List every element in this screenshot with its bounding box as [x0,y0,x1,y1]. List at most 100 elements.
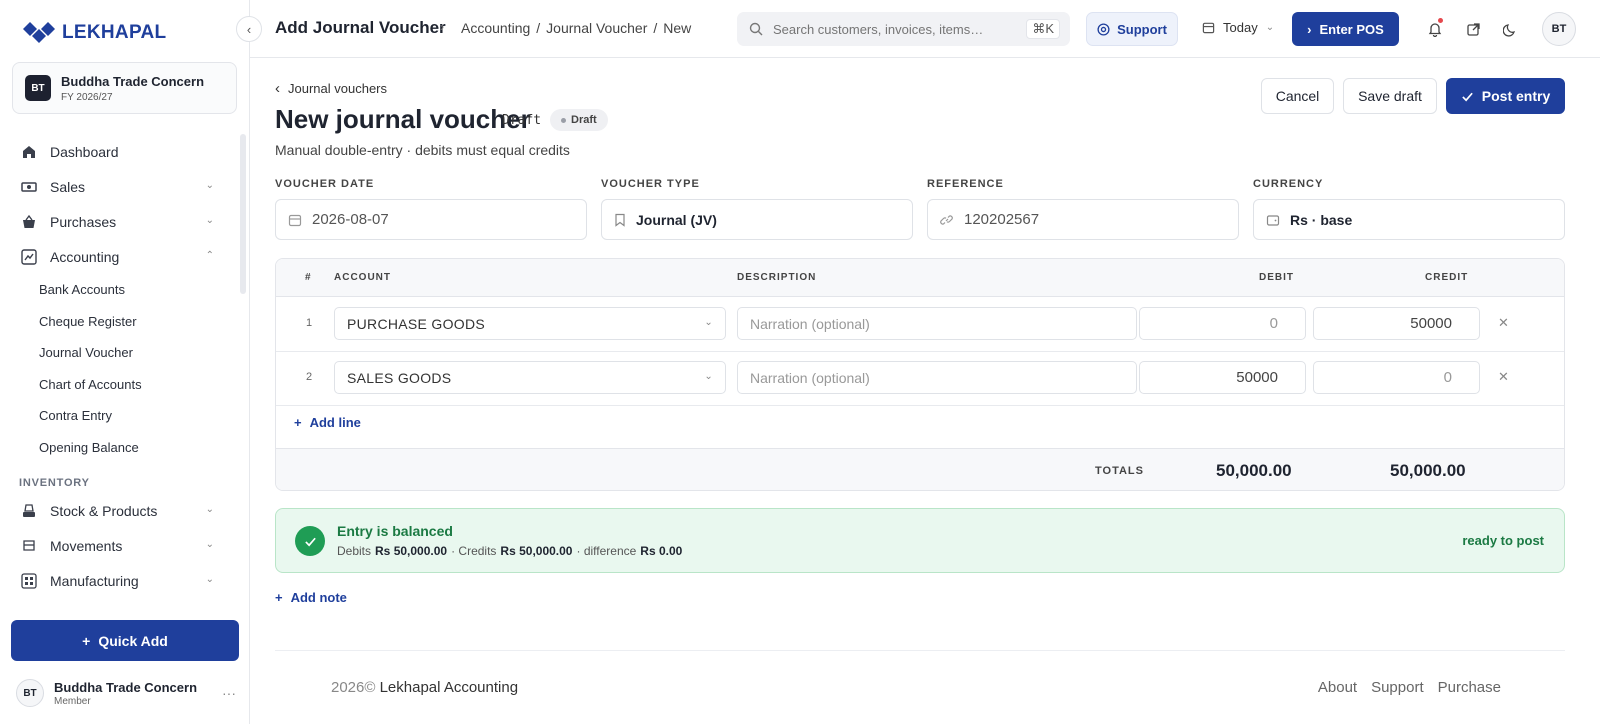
sidebar-item-label: Dashboard [50,143,119,160]
sidebar-item-dashboard[interactable]: Dashboard [0,134,240,169]
voucher-type-select[interactable]: Journal (JV) [601,199,913,240]
breadcrumb-journal-voucher[interactable]: Journal Voucher [546,20,647,36]
table-row: 2 SALES GOODS ⌄ Narration (optional) 500… [276,351,1564,406]
post-entry-label: Post entry [1481,88,1551,104]
brand-name: LEKHAPAL [62,22,167,43]
row-number: 1 [306,317,313,329]
save-draft-button[interactable]: Save draft [1343,78,1437,114]
back-link[interactable]: ‹ Journal vouchers [275,80,387,97]
debits-value: Rs 50,000.00 [375,544,448,558]
page-title: New journal voucher [275,104,531,134]
search-shortcut: ⌘K [1026,19,1060,39]
footer-link-about[interactable]: About [1318,679,1357,696]
reference-field[interactable]: 120202567 [927,199,1239,240]
theme-toggle-button[interactable] [1499,18,1521,40]
sidebar-subitem-contra-entry[interactable]: Contra Entry [0,400,240,432]
moon-icon [1502,23,1515,37]
account-value: PURCHASE GOODS [347,315,485,332]
section-label-inventory: INVENTORY [19,477,90,489]
cancel-button[interactable]: Cancel [1261,78,1334,114]
main-content: ‹ Journal vouchers New journal voucher D… [250,58,1600,724]
sidebar-subitem-journal-voucher[interactable]: Journal Voucher [0,337,240,369]
global-search[interactable]: ⌘K [737,12,1070,46]
remove-line-icon[interactable]: ✕ [1498,315,1509,331]
profile-avatar[interactable]: BT [1542,12,1576,46]
debit-input[interactable]: 0 [1139,307,1306,340]
sidebar-nav: Dashboard Sales ⌄ Purchases ⌄ Accounting… [0,134,240,598]
credit-input[interactable]: 0 [1313,361,1480,394]
chevron-right-icon: › [440,20,444,34]
factory-icon [20,572,38,590]
post-entry-button[interactable]: Post entry [1446,78,1565,114]
sidebar-subitem-chart-of-accounts[interactable]: Chart of Accounts [0,369,240,401]
account-select[interactable]: SALES GOODS ⌄ [334,361,726,394]
add-note-label: Add note [290,590,347,605]
narration-input[interactable]: Narration (optional) [737,307,1137,340]
sidebar-subitem-opening-balance[interactable]: Opening Balance [0,432,240,464]
status-code: Draft [502,113,542,128]
plus-icon: + [82,632,91,649]
add-note-button[interactable]: + Add note [275,590,347,605]
breadcrumb-accounting[interactable]: Accounting [461,20,530,36]
remove-line-icon[interactable]: ✕ [1498,369,1509,385]
col-header-num: # [305,272,312,283]
check-icon [1462,92,1473,101]
col-header-account: ACCOUNT [334,272,391,283]
check-circle-icon [295,526,325,556]
ready-status: ready to post [1462,533,1544,548]
collapse-sidebar-button[interactable]: ‹ [236,16,262,42]
narration-input[interactable]: Narration (optional) [737,361,1137,394]
chevron-down-icon: ⌄ [205,539,214,550]
voucher-date-field[interactable]: 2026-08-07 [275,199,587,240]
debit-input[interactable]: 50000 [1139,361,1306,394]
balance-title: Entry is balanced [337,523,453,539]
journal-lines-table: # ACCOUNT DESCRIPTION DEBIT CREDIT 1 PUR… [275,258,1565,491]
help-icon [1097,22,1110,36]
support-button[interactable]: Support [1086,12,1178,46]
org-switcher[interactable]: BT Buddha Trade Concern FY 2026/27 [12,62,237,114]
bell-icon [1428,23,1442,37]
fiscal-year: FY 2026/27 [61,91,113,103]
copyright-year: 2026© [331,679,376,696]
account-value: SALES GOODS [347,369,452,386]
footer-link-support[interactable]: Support [1371,679,1424,696]
sales-icon [20,178,38,196]
notifications-button[interactable] [1424,18,1446,40]
topbar: Add Journal Voucher › Accounting / Journ… [250,0,1600,58]
sidebar-item-manufacturing[interactable]: Manufacturing ⌄ [0,563,240,598]
open-external-button[interactable] [1462,18,1484,40]
chevron-left-icon: ‹ [246,21,252,37]
page-heading: Add Journal Voucher [275,18,446,37]
calendar-icon [288,214,302,226]
more-icon[interactable]: ··· [222,685,236,701]
sidebar-subitem-cheque-register[interactable]: Cheque Register [0,306,240,338]
sidebar-item-purchases[interactable]: Purchases ⌄ [0,204,240,239]
sidebar-item-accounting[interactable]: Accounting ⌃ [0,239,240,274]
sidebar-subitem-bank-accounts[interactable]: Bank Accounts [0,274,240,306]
status-dot [561,117,566,123]
user-menu[interactable]: BT Buddha Trade Concern Member ··· [16,678,240,708]
currency-label: CURRENCY [1253,178,1324,190]
chevron-down-icon: ⌄ [205,574,214,585]
quick-add-button[interactable]: + Quick Add [11,620,239,661]
date-filter[interactable]: Today ⌄ [1202,20,1274,35]
chevron-right-icon: › [1307,21,1312,37]
sidebar-item-sales[interactable]: Sales ⌄ [0,169,240,204]
add-line-button[interactable]: + Add line [294,415,361,430]
credit-input[interactable]: 50000 [1313,307,1480,340]
total-credit: 50,000.00 [1390,461,1466,480]
status-badge-label: Draft [571,114,597,126]
difference-value: Rs 0.00 [640,544,683,558]
logo-icon [23,22,55,43]
account-select[interactable]: PURCHASE GOODS ⌄ [334,307,726,340]
footer-link-purchase[interactable]: Purchase [1438,679,1501,696]
voucher-type-value: Journal (JV) [636,211,717,228]
sidebar-scrollbar[interactable] [240,134,246,294]
currency-select[interactable]: Rs · base [1253,199,1565,240]
brand-logo[interactable]: LEKHAPAL [22,20,166,46]
sidebar-item-stock-products[interactable]: Stock & Products ⌄ [0,493,240,528]
external-link-icon [1466,22,1480,36]
sidebar-item-movements[interactable]: Movements ⌄ [0,528,240,563]
search-input[interactable] [773,21,1023,37]
enter-pos-button[interactable]: › Enter POS [1292,12,1399,46]
